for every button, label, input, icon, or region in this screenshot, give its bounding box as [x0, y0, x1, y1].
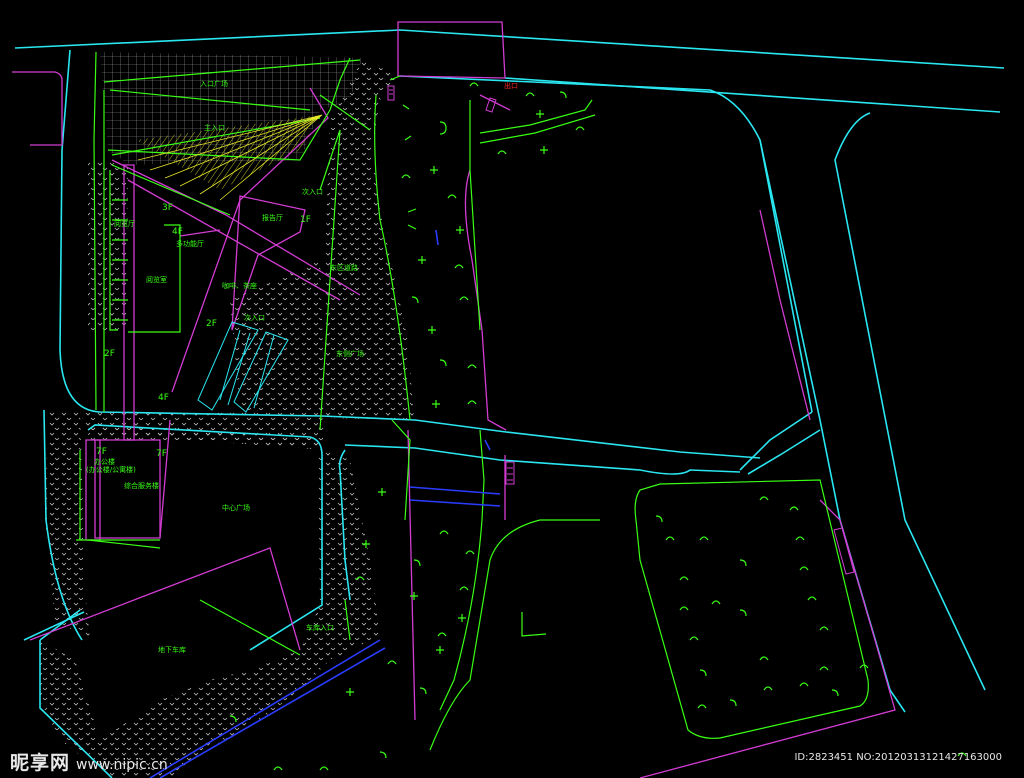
label-floor-4f-top: 4F [172, 227, 183, 237]
label-floor-7f-b: 7F [156, 449, 167, 459]
label-underground: 地下车库 [158, 645, 186, 654]
watermark-site: www.nipic.cn [76, 757, 168, 773]
label-car-entry: 车库入口 [306, 623, 334, 632]
label-square-top: 入口广场 [200, 79, 228, 88]
label-gate-note: 出口 [504, 81, 518, 90]
label-hall-b: 多功能厅 [176, 239, 204, 248]
label-floor-1f: 1F [300, 215, 311, 225]
label-hall-c: 报告厅 [262, 213, 283, 222]
label-tower-a: 办公楼 [94, 457, 115, 466]
label-floor-7f: 7F [96, 447, 107, 457]
watermark: 昵享网 www.nipic.cn [10, 748, 168, 775]
label-main-entrance: 主入口 [204, 123, 225, 132]
label-floor-2f-mid: 2F [206, 319, 217, 329]
label-floor-4f-bottom: 4F [158, 393, 169, 403]
label-east-square: 东侧广场 [336, 349, 364, 358]
label-hall-a: 阅览厅 [114, 219, 135, 228]
image-id: ID:2823451 NO:20120313121427163000 [794, 752, 1002, 763]
label-office: 阅览室 [146, 275, 167, 284]
label-cafe: 咖啡、茶座 [222, 281, 257, 290]
site-plan-drawing: 入口广场 主入口 3F 1F 4F 2F 2F 4F 7F 7F 阅览厅 多功能… [0, 0, 1024, 778]
watermark-brand: 昵享网 [10, 752, 71, 774]
label-parking-road: 东区道路 [330, 263, 358, 272]
label-tower-b: 综合服务楼 [124, 481, 159, 490]
label-central-square: 中心广场 [222, 503, 250, 512]
label-entry-a: 次入口 [302, 187, 323, 196]
label-floor-3f: 3F [162, 203, 173, 213]
label-floor-2f-left: 2F [104, 349, 115, 359]
label-entry-b: 次入口 [244, 313, 265, 322]
label-tower-a-sub: (办公楼/公寓楼) [86, 465, 136, 474]
